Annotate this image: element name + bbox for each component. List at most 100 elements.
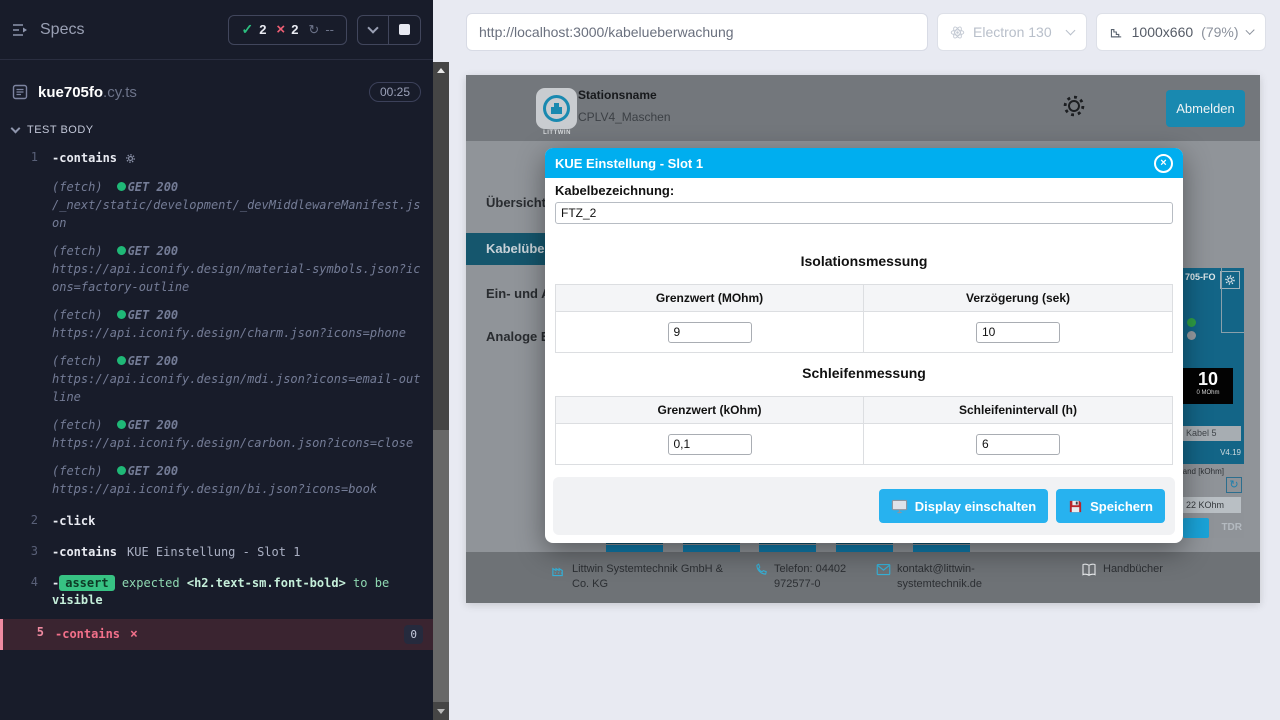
measurement-label: band [kOhm] — [1178, 467, 1224, 476]
refresh-icon[interactable]: ↻ — [1226, 477, 1242, 493]
loop-interval-input[interactable] — [976, 434, 1060, 455]
assert-mid: to be — [353, 576, 389, 590]
failed-icon: × — [276, 21, 285, 38]
factory-icon — [551, 563, 566, 578]
tdr-button[interactable]: TDR — [1221, 522, 1242, 533]
monitor-icon — [891, 499, 908, 514]
reporter-scrollbar[interactable] — [433, 62, 449, 720]
status-ok-dot — [117, 310, 126, 319]
log-url: https://api.iconify.design/bi.json?icons… — [52, 480, 423, 498]
assert-command-row[interactable]: 4 -assert expected <h2.text-sm.font-bold… — [0, 571, 433, 613]
command-row[interactable]: 2 -click — [0, 509, 433, 534]
browser-select[interactable]: Electron 130 — [937, 13, 1087, 51]
ruler-icon — [1109, 24, 1124, 40]
insulation-table: Grenzwert (MOhm) Verzögerung (sek) — [555, 284, 1173, 353]
network-log-row[interactable]: (fetch)GET 200https://api.iconify.design… — [0, 237, 433, 301]
log-prefix: (fetch) — [52, 418, 103, 432]
loop-limit-input[interactable] — [668, 434, 752, 455]
assert-expected: expected — [122, 576, 180, 590]
littwin-logo — [536, 88, 577, 129]
stop-icon — [399, 24, 410, 35]
passed-icon: ✓ — [241, 21, 253, 38]
assert-state: visible — [52, 593, 103, 607]
log-prefix: (fetch) — [52, 464, 103, 478]
assert-target: <h2.text-sm.font-bold> — [187, 576, 346, 590]
failed-command-row[interactable]: 5 -contains×0 — [0, 619, 433, 650]
fail-x-icon: × — [130, 626, 138, 643]
command-row[interactable]: 1 -contains — [0, 146, 433, 173]
nav-item-overview[interactable]: Übersicht — [486, 195, 546, 210]
log-status: GET 200 — [128, 418, 179, 432]
logo-caption: LITTWIN — [534, 130, 580, 136]
cable-name-input[interactable] — [555, 202, 1173, 224]
network-log-row[interactable]: (fetch)GET 200/_next/static/development/… — [0, 173, 433, 237]
manuals-link[interactable]: Handbücher — [1103, 562, 1163, 577]
passed-count: 2 — [259, 22, 266, 37]
spec-file-row[interactable]: kue705fo.cy.ts 00:25 — [0, 74, 433, 110]
test-stats: ✓2 ×2 ↻-- — [228, 15, 347, 45]
modal-header[interactable]: KUE Einstellung - Slot 1 × — [545, 148, 1183, 178]
modal-title: KUE Einstellung - Slot 1 — [555, 156, 703, 171]
loop-table: Grenzwert (kOhm) Schleifenintervall (h) — [555, 396, 1173, 465]
footer-phone: Telefon: 04402 972577-0 — [754, 562, 869, 592]
kue-settings-modal: KUE Einstellung - Slot 1 × Kabelbezeichn… — [545, 148, 1183, 543]
test-body-label: TEST BODY — [27, 124, 94, 136]
specs-label[interactable]: Specs — [40, 21, 84, 39]
command-row[interactable]: 3 -containsKUE Einstellung - Slot 1 — [0, 540, 433, 565]
save-button[interactable]: Speichern — [1056, 489, 1165, 523]
cypress-reporter-panel: Specs ✓2 ×2 ↻-- kue705fo.cy.ts 00:25 TES… — [0, 0, 433, 720]
email-address[interactable]: kontakt@littwin-systemtechnik.de — [897, 562, 1011, 592]
scrollbar-thumb[interactable] — [433, 430, 449, 702]
command-number: 1 — [0, 150, 52, 164]
card-button-fragment[interactable] — [1183, 518, 1209, 538]
company-name: Littwin Systemtechnik GmbH & Co. KG — [572, 562, 736, 592]
logout-button[interactable]: Abmelden — [1166, 90, 1245, 127]
log-url: https://api.iconify.design/material-symb… — [52, 260, 423, 296]
test-body-header[interactable]: TEST BODY — [12, 124, 94, 136]
scroll-down-arrow[interactable] — [437, 709, 445, 714]
status-ok-dot — [117, 182, 126, 191]
log-url: https://api.iconify.design/mdi.json?icon… — [52, 370, 423, 406]
specs-menu-icon[interactable] — [12, 23, 30, 37]
stop-tests-button[interactable] — [389, 15, 421, 45]
card-lower-panel: band [kOhm] ↻ 22 KOhm TDR — [1183, 464, 1244, 538]
network-log-row[interactable]: (fetch)GET 200https://api.iconify.design… — [0, 411, 433, 457]
gear-icon — [125, 152, 136, 169]
command-number: 5 — [3, 625, 55, 639]
close-icon[interactable]: × — [1154, 154, 1173, 173]
collapse-all-button[interactable] — [357, 15, 389, 45]
url-input[interactable] — [479, 24, 915, 40]
log-status: GET 200 — [128, 180, 179, 194]
insulation-limit-input[interactable] — [668, 322, 752, 343]
network-log-row[interactable]: (fetch)GET 200https://api.iconify.design… — [0, 301, 433, 347]
log-prefix: (fetch) — [52, 308, 103, 322]
email-icon — [876, 563, 891, 576]
footer-email: kontakt@littwin-systemtechnik.de — [876, 562, 1011, 592]
insulation-delay-input[interactable] — [976, 322, 1060, 343]
settings-gear-icon[interactable] — [1061, 93, 1087, 124]
command-number: 2 — [0, 513, 52, 527]
spec-name: kue705fo — [38, 84, 103, 101]
url-bar[interactable] — [466, 13, 928, 51]
phone-number: Telefon: 04402 972577-0 — [774, 562, 869, 592]
command-name: -contains — [55, 626, 120, 643]
browser-name: Electron 130 — [973, 24, 1052, 40]
command-number: 3 — [0, 544, 52, 558]
column-header: Verzögerung (sek) — [864, 285, 1172, 312]
cable-label: Kabel 5 — [1183, 426, 1241, 441]
assert-badge: assert — [59, 575, 114, 591]
network-log-row[interactable]: (fetch) GET 200 https://api.iconify.design… — [0, 457, 433, 503]
reporter-header: Specs ✓2 ×2 ↻-- — [0, 0, 433, 60]
viewport-size-select[interactable]: 1000x660 (79%) — [1096, 13, 1266, 51]
log-status: GET 200 — [128, 464, 179, 478]
footer-manuals[interactable]: Handbücher — [1081, 562, 1163, 577]
command-name: -contains — [52, 545, 117, 559]
display-on-button[interactable]: Display einschalten — [879, 489, 1048, 523]
scroll-up-arrow[interactable] — [437, 68, 445, 73]
modal-footer: Display einschalten Speichern — [553, 477, 1175, 535]
status-ok-dot — [117, 466, 126, 475]
card-gear-icon[interactable] — [1220, 271, 1240, 289]
network-log-row[interactable]: (fetch)GET 200https://api.iconify.design… — [0, 347, 433, 411]
footer-company: Littwin Systemtechnik GmbH & Co. KG — [551, 562, 736, 592]
book-icon — [1081, 563, 1097, 577]
